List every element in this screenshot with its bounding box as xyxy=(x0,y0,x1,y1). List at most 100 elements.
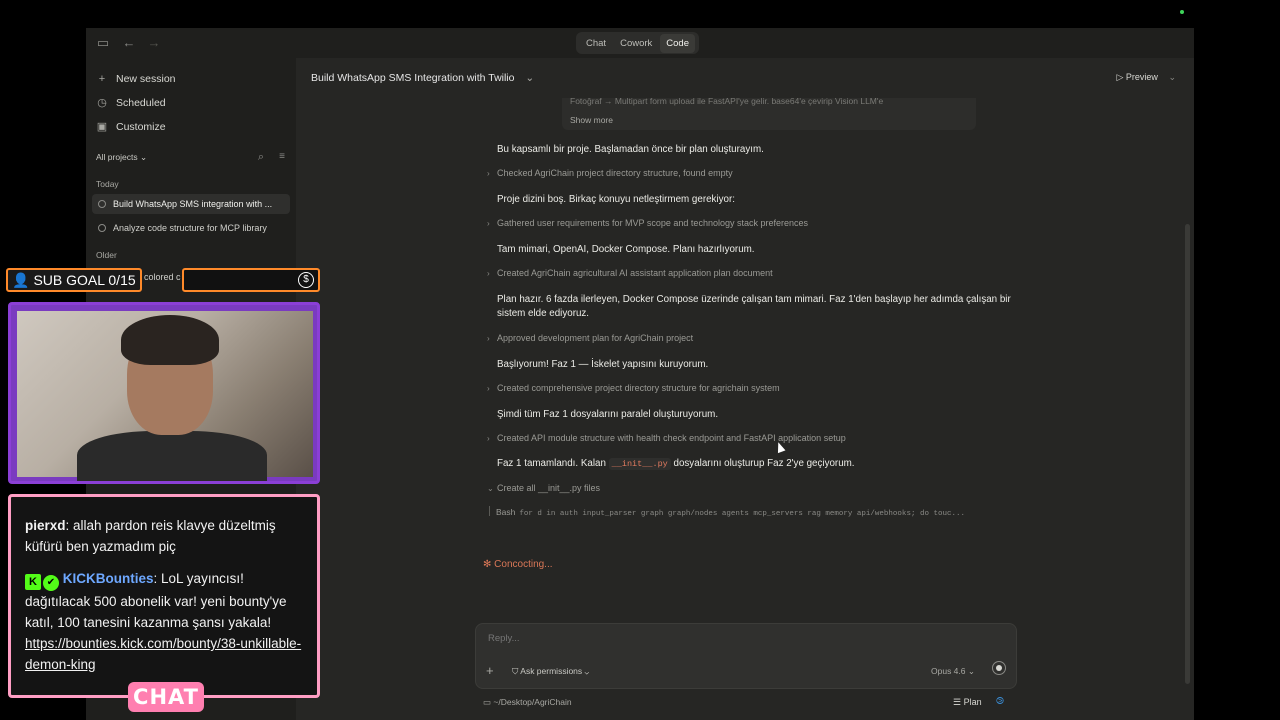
scrollbar[interactable] xyxy=(1185,224,1190,684)
chevron-down-icon: ⌄ xyxy=(139,152,148,162)
chevron-down-icon: ⌄ xyxy=(525,72,535,84)
inline-code: __init__.py xyxy=(608,458,671,470)
step-label: Created API module structure with health… xyxy=(497,433,846,443)
message-text: dosyalarını oluşturup Faz 2'ye geçiyorum… xyxy=(673,458,855,469)
briefcase-icon: ▣ xyxy=(96,121,108,133)
permissions-label: Ask permissions xyxy=(520,666,583,676)
assistant-message: Faz 1 tamamlandı. Kalan __init__.py dosy… xyxy=(497,457,1017,471)
chevron-right-icon: › xyxy=(487,219,490,228)
section-today: Today xyxy=(96,179,119,189)
bash-command-text: for d in auth input_parser graph graph/n… xyxy=(519,510,965,518)
projects-filter[interactable]: All projects ⌄ xyxy=(96,152,147,163)
assistant-message: Proje dizini boş. Birkaç konuyu netleşti… xyxy=(497,194,735,205)
assistant-message: Şimdi tüm Faz 1 dosyalarını paralel oluş… xyxy=(497,409,719,420)
mode-switcher: Chat Cowork Code xyxy=(576,32,699,54)
tool-output-text: Fotoğraf → Multipart form upload ile Fas… xyxy=(570,98,884,106)
tab-chat[interactable]: Chat xyxy=(580,34,612,53)
chat-badge: CHAT xyxy=(128,682,204,712)
attach-plus-icon[interactable]: + xyxy=(486,663,494,678)
chat-message: pierxd: allah pardon reis klavye düzeltm… xyxy=(25,518,276,554)
scheduled-button[interactable]: ◷ Scheduled xyxy=(96,97,166,109)
clock-icon: ◷ xyxy=(97,97,107,109)
filter-icon[interactable]: ≡ xyxy=(275,150,289,164)
step-label: Approved development plan for AgriChain … xyxy=(497,333,694,343)
bash-label: Bash xyxy=(496,507,516,517)
sub-goal-text: SUB GOAL 0/15 xyxy=(33,272,136,288)
preview-button[interactable]: ▷ Preview ⌄ xyxy=(1117,72,1177,83)
working-directory[interactable]: ▭ ~/Desktop/AgriChain xyxy=(483,697,572,708)
dollar-icon: $ xyxy=(298,272,314,288)
tool-step[interactable]: › Created API module structure with healt… xyxy=(487,433,846,443)
tool-step[interactable]: › Gathered user requirements for MVP scop… xyxy=(487,218,808,228)
send-button[interactable] xyxy=(992,661,1006,675)
tool-step[interactable]: › Checked AgriChain project directory str… xyxy=(487,168,733,178)
sub-goal-progress-bar: $ xyxy=(182,268,320,292)
tool-output-card: Fotoğraf → Multipart form upload ile Fas… xyxy=(562,98,976,130)
stream-chat: pierxd: allah pardon reis klavye düzeltm… xyxy=(8,494,320,698)
top-bar: ▭ ← → Chat Cowork Code xyxy=(86,28,1194,58)
plan-toggle[interactable]: ☰ Plan xyxy=(953,697,982,708)
session-status-icon xyxy=(98,224,106,232)
chat-message: K ✔ KICKBounties: LoL yayıncısı! dağıtıla… xyxy=(25,571,302,672)
composer: + ⛉ Ask permissions ⌄ Opus 4.6 ⌄ xyxy=(475,623,1017,689)
sidebar-toggle-icon[interactable]: ▭ xyxy=(96,36,110,50)
new-session-button[interactable]: + New session xyxy=(96,73,176,85)
bash-command[interactable]: Bash for d in auth input_parser graph gra… xyxy=(496,507,965,518)
person-plus-icon: 👤 xyxy=(12,271,30,288)
chevron-right-icon: › xyxy=(487,434,490,443)
permissions-dropdown[interactable]: ⛉ Ask permissions ⌄ xyxy=(512,666,589,677)
tab-cowork[interactable]: Cowork xyxy=(614,34,658,53)
step-label: Checked AgriChain project directory stru… xyxy=(497,168,733,178)
vscode-icon[interactable]: ⧁ xyxy=(996,696,1004,707)
new-session-label: New session xyxy=(116,73,176,85)
session-item[interactable]: Analyze code structure for MCP library xyxy=(92,218,290,238)
plus-icon: + xyxy=(98,73,106,85)
directory-label: ~/Desktop/AgriChain xyxy=(493,697,572,707)
model-selector[interactable]: Opus 4.6 ⌄ xyxy=(931,666,975,677)
status-indicator: ✻ Concocting... xyxy=(483,559,553,570)
tool-step[interactable]: › Created AgriChain agricultural AI assis… xyxy=(487,268,773,278)
plan-label: Plan xyxy=(963,697,982,707)
chevron-right-icon: › xyxy=(487,269,490,278)
forward-arrow-icon[interactable]: → xyxy=(147,36,161,50)
chevron-down-icon: ⌄ xyxy=(967,666,975,676)
recording-indicator xyxy=(1180,10,1184,14)
show-more-link[interactable]: Show more xyxy=(570,115,613,125)
customize-button[interactable]: ▣ Customize xyxy=(96,121,166,133)
session-title-dropdown[interactable]: Build WhatsApp SMS Integration with Twil… xyxy=(311,72,534,84)
preview-label: Preview xyxy=(1125,72,1158,82)
tab-code[interactable]: Code xyxy=(660,33,695,53)
webcam-image xyxy=(17,311,313,481)
chevron-down-icon: ⌄ xyxy=(1168,72,1176,82)
session-title-partial[interactable]: colored c xyxy=(144,272,181,282)
assistant-message: Bu kapsamlı bir proje. Başlamadan önce b… xyxy=(497,144,764,155)
page-title: Build WhatsApp SMS Integration with Twil… xyxy=(311,72,515,84)
model-label: Opus 4.6 xyxy=(931,666,966,676)
tree-connector xyxy=(489,506,490,516)
tool-step-expanded[interactable]: ⌄ Create all __init__.py files xyxy=(487,483,600,493)
chat-username: KICKBounties xyxy=(62,571,154,586)
scheduled-label: Scheduled xyxy=(116,97,166,109)
tool-step[interactable]: › Approved development plan for AgriChain… xyxy=(487,333,693,343)
play-icon: ▷ xyxy=(1116,72,1126,82)
step-label: Created AgriChain agricultural AI assist… xyxy=(497,268,773,278)
assistant-message: Başlıyorum! Faz 1 — İskelet yapısını kur… xyxy=(497,359,709,370)
back-arrow-icon[interactable]: ← xyxy=(122,36,136,50)
chevron-down-icon: ⌄ xyxy=(584,666,590,676)
message-text: Faz 1 tamamlandı. Kalan xyxy=(497,458,606,469)
sub-goal-label: 👤 SUB GOAL 0/15 xyxy=(6,268,142,292)
chevron-down-icon: ⌄ xyxy=(487,484,494,493)
search-icon[interactable]: ⌕ xyxy=(254,150,268,164)
chat-link[interactable]: https://bounties.kick.com/bounty/38-unki… xyxy=(25,636,301,672)
section-older: Older xyxy=(96,250,117,260)
webcam-person-hair xyxy=(121,315,219,365)
step-label: Created comprehensive project directory … xyxy=(497,383,780,393)
assistant-message: Tam mimari, OpenAI, Docker Compose. Plan… xyxy=(497,244,755,255)
customize-label: Customize xyxy=(116,121,166,133)
verified-badge-icon: ✔ xyxy=(43,575,59,591)
tool-step[interactable]: › Created comprehensive project directory… xyxy=(487,383,780,393)
session-item[interactable]: Build WhatsApp SMS integration with ... xyxy=(92,194,290,214)
session-title: Analyze code structure for MCP library xyxy=(113,223,267,233)
session-title: Build WhatsApp SMS integration with ... xyxy=(113,199,273,209)
reply-input[interactable] xyxy=(486,632,890,645)
